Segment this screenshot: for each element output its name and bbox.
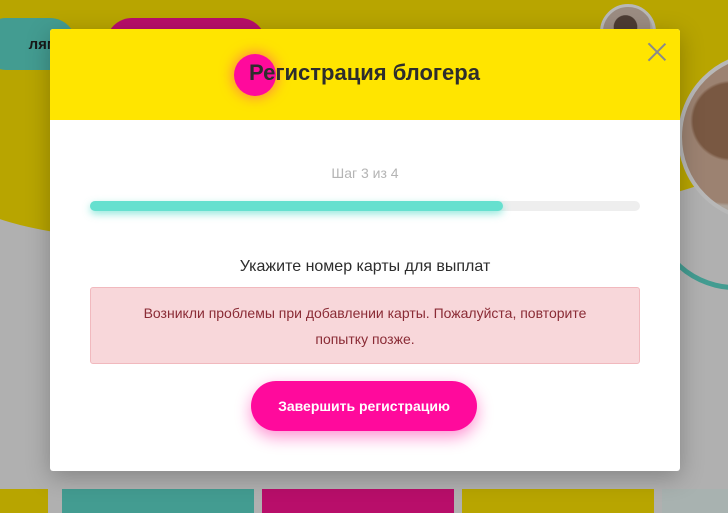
card-section-label: Укажите номер карты для выплат [239,258,491,275]
step-indicator: Шаг 3 из 4 [331,165,399,181]
error-alert: Возникли проблемы при добавлении карты. … [90,287,640,364]
progress-bar-fill [90,201,503,211]
modal-header: Регистрация блогера [50,29,680,120]
modal-title: Регистрация блогера [249,60,480,85]
error-message: Возникли проблемы при добавлении карты. … [143,304,587,347]
registration-modal: Регистрация блогера Шаг 3 из 4 Укажите н… [50,29,680,471]
progress-bar [90,201,640,211]
close-icon[interactable] [647,42,667,62]
finish-registration-button[interactable]: Завершить регистрацию [251,381,477,431]
